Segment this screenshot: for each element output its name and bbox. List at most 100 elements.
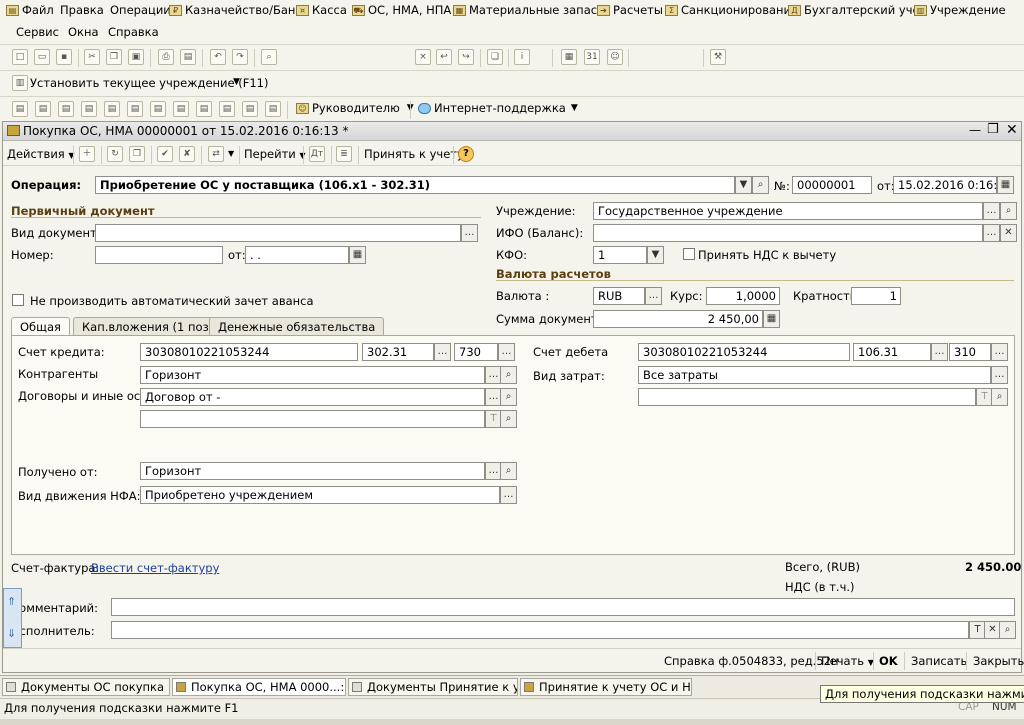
report-icon[interactable]: ▤ [127, 101, 143, 117]
tab-money-obligations[interactable]: Денежные обязательства [209, 317, 385, 336]
expense-extra-field[interactable] [638, 388, 976, 406]
menu-sanction[interactable]: Σ Санкционирование [665, 3, 798, 17]
operation-select[interactable]: Приобретение ОС у поставщика (106.x1 - 3… [95, 176, 735, 194]
select-button[interactable]: … [500, 486, 517, 504]
counterparty-field[interactable]: Горизонт [140, 366, 485, 384]
report-icon[interactable]: ▤ [196, 101, 212, 117]
search-icon[interactable]: ⌕ [999, 621, 1016, 639]
tab-capital-investments[interactable]: Кап.вложения (1 поз.) [73, 317, 226, 336]
report-icon[interactable]: ▤ [81, 101, 97, 117]
close-icon[interactable]: ✕ [1006, 122, 1018, 138]
vat-checkbox[interactable] [683, 248, 695, 260]
search-icon[interactable]: ⌕ [500, 410, 517, 428]
restore-icon[interactable]: ❐ [987, 122, 999, 137]
menu-help[interactable]: Справка [108, 25, 159, 39]
doc-number-field[interactable] [95, 246, 223, 264]
paste-icon[interactable]: ▣ [128, 49, 144, 65]
contract-extra-field[interactable] [140, 410, 485, 428]
report-icon[interactable]: ▤ [242, 101, 258, 117]
executor-field[interactable] [111, 621, 969, 639]
clear-icon[interactable]: × [415, 49, 431, 65]
received-field[interactable]: Горизонт [140, 462, 485, 480]
debit-account-field[interactable]: 30308010221053244 [638, 343, 850, 361]
print-menu[interactable]: Печать ▼ [821, 654, 874, 668]
search-forward-icon[interactable]: ↪ [458, 49, 474, 65]
users-icon[interactable]: ☺ [607, 49, 623, 65]
currency-field[interactable]: RUB [593, 287, 645, 305]
invoice-link[interactable]: Ввести счет-фактуру [91, 561, 219, 575]
doc-date-field[interactable]: . . [245, 246, 349, 264]
select-button[interactable]: … [498, 343, 515, 361]
taskbar-item[interactable]: Документы ОС покупка [2, 678, 170, 696]
side-panel-handle[interactable]: ⇑ ⇓ [3, 588, 22, 648]
calendar-icon[interactable]: ▦ [349, 246, 366, 264]
report-icon[interactable]: ▤ [173, 101, 189, 117]
info-icon[interactable]: i [514, 49, 530, 65]
credit-account-field[interactable]: 30308010221053244 [140, 343, 358, 361]
ifo-field[interactable] [593, 224, 983, 242]
taskbar-item-active[interactable]: Покупка ОС, НМА 0000...:13 * [172, 678, 346, 696]
comment-field[interactable] [111, 598, 1015, 616]
undo-icon[interactable]: ↶ [210, 49, 226, 65]
select-button[interactable]: … [991, 366, 1008, 384]
copy-doc-icon[interactable]: ❐ [129, 146, 145, 162]
list-icon[interactable]: ≣ [336, 146, 352, 162]
credit-code-field[interactable]: 730 [454, 343, 498, 361]
menu-settlements[interactable]: ➔ Расчеты [597, 3, 663, 17]
kfo-select[interactable]: 1 [593, 246, 647, 264]
select-button[interactable]: … [461, 224, 478, 242]
ok-button[interactable]: OK [879, 654, 898, 668]
sum-field[interactable]: 2 450,00 [593, 310, 763, 328]
close-button[interactable]: Закрыть [973, 654, 1024, 668]
postings-icon[interactable]: Дт [309, 146, 325, 162]
preview-icon[interactable]: ▤ [180, 49, 196, 65]
chevron-down-icon[interactable]: ▼ [735, 176, 752, 194]
taskbar-item[interactable]: Принятие к учету ОС и Н...:49 [520, 678, 692, 696]
windows-icon[interactable]: ❏ [487, 49, 503, 65]
help-icon[interactable]: ? [458, 146, 474, 162]
rate-field[interactable]: 1,0000 [706, 287, 780, 305]
director-menu[interactable]: ☺Руководителю▼ [296, 101, 414, 115]
report-icon[interactable]: ▤ [219, 101, 235, 117]
menu-operations[interactable]: Операции [110, 3, 171, 17]
contract-field[interactable]: Договор от - [140, 388, 485, 406]
date-field[interactable]: 15.02.2016 0:16:13 [893, 176, 997, 194]
minimize-icon[interactable]: — [969, 123, 981, 137]
institution-field[interactable]: Государственное учреждение [593, 202, 983, 220]
menu-edit[interactable]: Правка [60, 3, 104, 17]
search-icon[interactable]: ⌕ [991, 388, 1008, 406]
select-button[interactable]: … [645, 287, 662, 305]
post-icon[interactable]: ✔ [157, 146, 173, 162]
search-icon[interactable]: ⌕ [500, 462, 517, 480]
credit-sub-field[interactable]: 302.31 [362, 343, 434, 361]
menu-os[interactable]: ⛟ ОС, НМА, НПА [352, 3, 451, 17]
expense-field[interactable]: Все затраты [638, 366, 991, 384]
select-button[interactable]: … [983, 202, 1000, 220]
calculator-icon[interactable]: ▦ [561, 49, 577, 65]
report-icon[interactable]: ▤ [104, 101, 120, 117]
report-icon[interactable]: ▤ [58, 101, 74, 117]
chevron-down-icon[interactable]: ▼ [228, 149, 234, 158]
report-icon[interactable]: ▤ [265, 101, 281, 117]
debit-code-field[interactable]: 310 [949, 343, 991, 361]
report-icon[interactable]: ▤ [12, 101, 28, 117]
save-icon[interactable]: ▪ [56, 49, 72, 65]
copy-icon[interactable]: ❐ [106, 49, 122, 65]
search-icon[interactable]: ⌕ [261, 49, 277, 65]
actions-menu[interactable]: Действия ▼ [7, 147, 75, 161]
goto-menu[interactable]: Перейти ▼ [244, 147, 306, 161]
structure-icon[interactable]: ⇄ [208, 146, 224, 162]
calendar-icon[interactable]: ▦ [997, 176, 1014, 194]
select-button[interactable]: … [991, 343, 1008, 361]
doc-type-field[interactable] [95, 224, 461, 242]
unpost-icon[interactable]: ✘ [179, 146, 195, 162]
menu-service[interactable]: Сервис [16, 25, 59, 39]
select-button[interactable]: … [931, 343, 948, 361]
save-button[interactable]: Записать [911, 654, 967, 668]
menu-cash[interactable]: ¤ Касса [296, 3, 347, 17]
debit-sub-field[interactable]: 106.31 [853, 343, 931, 361]
add-icon[interactable]: ＋ [79, 146, 95, 162]
cut-icon[interactable]: ✂ [84, 49, 100, 65]
movement-field[interactable]: Приобретено учреждением [140, 486, 500, 504]
internet-support-menu[interactable]: Интернет-поддержка ▼ [418, 101, 578, 115]
